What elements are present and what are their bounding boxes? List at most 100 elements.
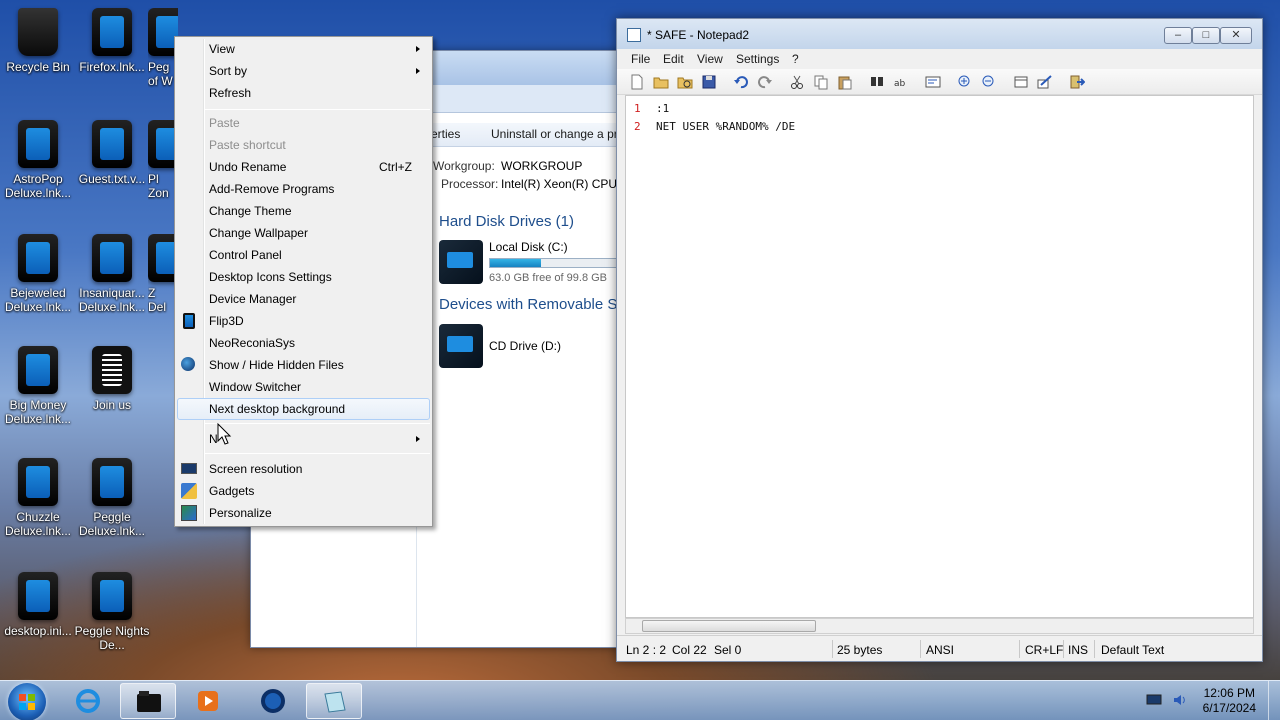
find-icon[interactable] <box>869 74 885 90</box>
local-disk-name[interactable]: Local Disk (C:) <box>489 240 568 254</box>
desktop-icon-bejeweled[interactable]: Bejeweled Deluxe.lnk... <box>0 234 76 314</box>
status-bar: Ln 2 : 2 Col 22 Sel 0 25 bytes ANSI CR+L… <box>617 635 1262 661</box>
volume-icon[interactable] <box>1172 693 1188 707</box>
menu-separator <box>205 453 430 454</box>
text-editor-area[interactable]: 1 :1 2 NET USER %RANDOM% /DE <box>625 95 1254 618</box>
menu-settings[interactable]: Settings <box>736 52 779 66</box>
taskbar-internet-explorer[interactable] <box>60 683 116 719</box>
desktop-icon-join-us[interactable]: Join us <box>74 346 150 412</box>
desktop-icon-peggle-nights[interactable]: Peggle Nights De... <box>74 572 150 652</box>
desktop-icon-recycle-bin[interactable]: Recycle Bin <box>0 8 76 74</box>
exit-icon[interactable] <box>1069 74 1085 90</box>
menu-item-flip3d[interactable]: Flip3D <box>177 310 430 332</box>
show-desktop-button[interactable] <box>1268 681 1280 720</box>
start-button[interactable] <box>8 683 46 720</box>
menu-file[interactable]: File <box>631 52 650 66</box>
zoom-out-icon[interactable] <box>981 74 997 90</box>
submenu-arrow-icon <box>416 436 420 442</box>
menu-item-next-desktop-background[interactable]: Next desktop background <box>177 398 430 420</box>
code-line[interactable]: :1 <box>656 102 669 115</box>
desktop-icon-guest[interactable]: Guest.txt.v... <box>74 120 150 186</box>
menu-item-show-hide-hidden-files[interactable]: Show / Hide Hidden Files <box>177 354 430 376</box>
copy-icon[interactable] <box>813 74 829 90</box>
document-icon <box>92 346 132 394</box>
word-wrap-icon[interactable] <box>925 74 941 90</box>
customize-schemes-icon[interactable] <box>1037 74 1053 90</box>
uninstall-program-button[interactable]: Uninstall or change a pr <box>491 127 618 141</box>
desktop-icon-z[interactable]: Z Del <box>148 234 176 314</box>
submenu-arrow-icon <box>416 68 420 74</box>
menu-item-sort-by[interactable]: Sort by <box>177 60 430 82</box>
desktop-icon-insaniquarium[interactable]: Insaniquar... Deluxe.lnk... <box>74 234 150 314</box>
menu-item-device-manager[interactable]: Device Manager <box>177 288 430 310</box>
menu-item-screen-resolution[interactable]: Screen resolution <box>177 458 430 480</box>
line-number: 2 <box>634 120 641 133</box>
desktop-icon-pl[interactable]: Pl Zon <box>148 120 176 200</box>
save-icon[interactable] <box>701 74 717 90</box>
menu-item-window-switcher[interactable]: Window Switcher <box>177 376 430 398</box>
taskbar-globe-app[interactable] <box>245 683 301 719</box>
desktop-icon-astropop[interactable]: AstroPop Deluxe.lnk... <box>0 120 76 200</box>
notepad2-window[interactable]: * SAFE - Notepad2 – □ ✕ File Edit View S… <box>616 18 1263 662</box>
redo-icon[interactable] <box>757 74 773 90</box>
maximize-button[interactable]: □ <box>1192 27 1220 44</box>
close-button[interactable]: ✕ <box>1220 27 1252 44</box>
shortcut-icon <box>18 572 58 620</box>
scrollbar-thumb[interactable] <box>642 620 816 632</box>
taskbar-notepad2[interactable] <box>306 683 362 719</box>
system-clock[interactable]: 12:06 PM 6/17/2024 <box>1203 686 1256 716</box>
workgroup-value: WORKGROUP <box>501 159 583 173</box>
taskbar-explorer[interactable] <box>120 683 176 719</box>
system-properties-button[interactable]: erties <box>431 127 460 141</box>
zoom-in-icon[interactable] <box>957 74 973 90</box>
menu-item-change-wallpaper[interactable]: Change Wallpaper <box>177 222 430 244</box>
notepad-toolbar: ab <box>617 69 1262 95</box>
menu-item-change-theme[interactable]: Change Theme <box>177 200 430 222</box>
menu-item-paste[interactable]: Paste <box>177 112 430 134</box>
menu-item-undo-rename[interactable]: Undo Rename Ctrl+Z <box>177 156 430 178</box>
new-file-icon[interactable] <box>629 74 645 90</box>
schemes-icon[interactable] <box>1013 74 1029 90</box>
menu-view[interactable]: View <box>697 52 723 66</box>
replace-icon[interactable]: ab <box>893 74 909 90</box>
processor-label: Processor: <box>441 177 499 191</box>
cd-drive-name[interactable]: CD Drive (D:) <box>489 339 561 353</box>
shortcut-icon <box>92 234 132 282</box>
desktop-icon-desktop-ini[interactable]: desktop.ini... <box>0 572 76 638</box>
minimize-button[interactable]: – <box>1164 27 1192 44</box>
undo-icon[interactable] <box>733 74 749 90</box>
menu-edit[interactable]: Edit <box>663 52 684 66</box>
desktop-icon-chuzzle[interactable]: Chuzzle Deluxe.lnk... <box>0 458 76 538</box>
desktop-icon-firefox[interactable]: Firefox.lnk... <box>74 8 150 74</box>
line-number: 1 <box>634 102 641 115</box>
desktop-icon-peggle[interactable]: Peggle Deluxe.lnk... <box>74 458 150 538</box>
folder-icon <box>137 691 161 712</box>
notepad2-titlebar[interactable]: * SAFE - Notepad2 – □ ✕ <box>617 19 1262 49</box>
menu-item-personalize[interactable]: Personalize <box>177 502 430 524</box>
desktop-icon-big-money[interactable]: Big Money Deluxe.lnk... <box>0 346 76 426</box>
code-line[interactable]: NET USER %RANDOM% /DE <box>656 120 795 133</box>
menu-item-desktop-icons-settings[interactable]: Desktop Icons Settings <box>177 266 430 288</box>
menu-item-view[interactable]: View <box>177 38 430 60</box>
cut-icon[interactable] <box>789 74 805 90</box>
taskbar-media-player[interactable] <box>180 683 236 719</box>
paste-icon[interactable] <box>837 74 853 90</box>
menu-help[interactable]: ? <box>792 52 799 66</box>
network-icon[interactable] <box>1146 693 1162 707</box>
recycle-bin-icon <box>18 8 58 56</box>
horizontal-scrollbar[interactable] <box>625 618 1254 634</box>
menu-item-paste-shortcut[interactable]: Paste shortcut <box>177 134 430 156</box>
menu-separator <box>205 423 430 424</box>
menu-item-gadgets[interactable]: Gadgets <box>177 480 430 502</box>
browse-icon[interactable] <box>677 74 693 90</box>
notepad-icon <box>324 691 346 713</box>
menu-item-add-remove-programs[interactable]: Add-Remove Programs <box>177 178 430 200</box>
open-folder-icon[interactable] <box>653 74 669 90</box>
menu-item-new[interactable]: N <box>177 428 430 450</box>
menu-item-control-panel[interactable]: Control Panel <box>177 244 430 266</box>
shortcut-icon <box>18 458 58 506</box>
menu-item-neoreconiasys[interactable]: NeoReconiaSys <box>177 332 430 354</box>
menu-item-refresh[interactable]: Refresh <box>177 82 430 104</box>
line-number-gutter <box>626 96 648 617</box>
svg-text:ab: ab <box>894 79 906 89</box>
